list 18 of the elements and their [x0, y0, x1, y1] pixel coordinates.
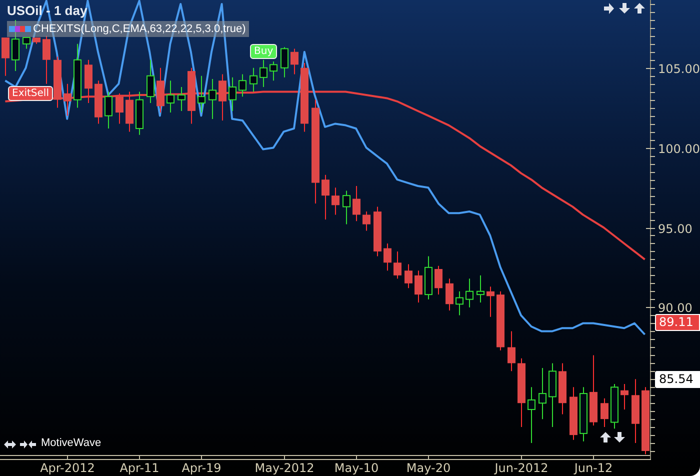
date-label: Jun-2012 [494, 461, 548, 475]
signal-label: Buy [250, 44, 278, 59]
price-tag: 85.54 [655, 370, 700, 388]
date-label: May-10 [334, 461, 379, 475]
price-tag: 89.11 [655, 314, 700, 331]
date-label: Apr-19 [182, 461, 222, 475]
date-label: May-2012 [254, 461, 314, 475]
brand-name: MotiveWave [41, 437, 102, 449]
date-label: May-20 [406, 461, 451, 475]
price-label: 95.00 [658, 222, 692, 236]
price-label: 105.00 [658, 62, 700, 76]
indicator-name: CHEXITS(Long,C,EMA,63,22,22,5,3.0,true) [33, 23, 246, 35]
price-label: 90.00 [658, 301, 692, 315]
date-label: Jun-12 [574, 461, 613, 475]
date-label: Apr-2012 [40, 461, 95, 475]
signal-label: ExitSell [8, 86, 53, 101]
price-label: 100.00 [658, 142, 700, 156]
date-label: Apr-11 [120, 461, 160, 475]
